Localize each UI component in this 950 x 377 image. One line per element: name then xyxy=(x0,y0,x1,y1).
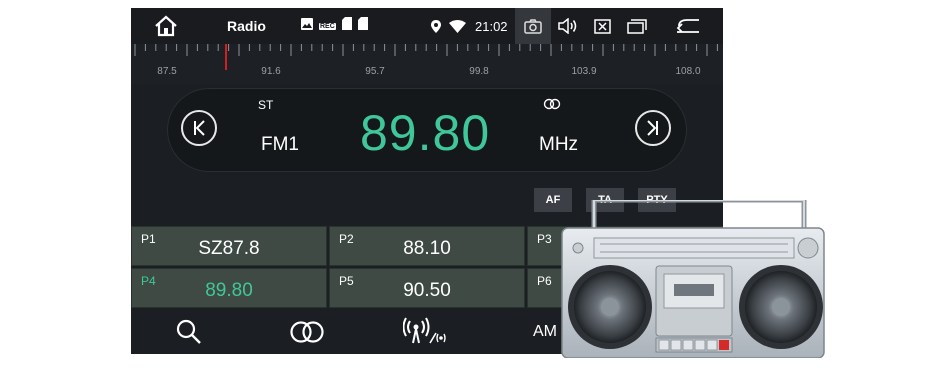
search-icon[interactable] xyxy=(175,310,203,354)
window-icon[interactable] xyxy=(627,8,647,44)
scale-label: 108.0 xyxy=(675,66,701,77)
seek-previous-icon xyxy=(194,120,205,136)
band-label: FM1 xyxy=(261,134,299,155)
preset-frequency: SZ87.8 xyxy=(198,238,260,259)
preset-p2[interactable]: P2 88.10 xyxy=(329,226,525,266)
status-bar: Radio REC 21:02 xyxy=(131,8,723,44)
image-icon xyxy=(301,17,313,35)
frequency-panel: ST FM1 89.80 MHz xyxy=(167,88,687,172)
seek-next-button[interactable] xyxy=(635,110,671,146)
volume-icon[interactable] xyxy=(558,8,578,44)
preset-number: P6 xyxy=(537,274,552,288)
frequency-unit: MHz xyxy=(539,134,579,155)
scale-label: 91.6 xyxy=(261,66,281,77)
preset-frequency: 90.50 xyxy=(403,280,451,301)
app-title: Radio xyxy=(227,18,266,34)
preset-p4[interactable]: P4 89.80 xyxy=(131,268,327,308)
preset-frequency: 89.80 xyxy=(205,280,253,301)
preset-p5[interactable]: P5 90.50 xyxy=(329,268,525,308)
tuner-scale[interactable]: 87.5 91.6 95.7 99.8 103.9 108.0 xyxy=(131,44,723,84)
close-box-icon[interactable] xyxy=(594,8,611,44)
scale-label: 87.5 xyxy=(157,66,177,77)
location-icon xyxy=(431,8,441,44)
notification-icons: REC xyxy=(301,8,368,44)
home-icon[interactable] xyxy=(151,8,181,44)
preset-p1[interactable]: P1 SZ87.8 xyxy=(131,226,327,266)
stereo-indicator: ST xyxy=(258,98,274,112)
scale-label: 95.7 xyxy=(365,66,385,77)
rec-icon: REC xyxy=(319,22,336,30)
current-frequency: 89.80 xyxy=(360,105,491,161)
sd-card-icon xyxy=(357,17,368,35)
stereo-icon xyxy=(543,97,561,115)
clock: 21:02 xyxy=(475,18,508,34)
boombox-illustration xyxy=(561,200,825,358)
seek-next-icon xyxy=(647,120,658,136)
back-icon[interactable] xyxy=(675,8,701,44)
camera-icon[interactable] xyxy=(515,8,551,44)
tuner-needle[interactable] xyxy=(225,44,227,70)
wifi-icon xyxy=(449,8,466,44)
scale-label: 103.9 xyxy=(571,66,597,77)
tuner-ruler xyxy=(134,44,718,56)
seek-previous-button[interactable] xyxy=(181,110,217,146)
sd-card-icon xyxy=(341,17,352,35)
preset-number: P3 xyxy=(537,232,552,246)
antenna-icon[interactable] xyxy=(403,310,449,354)
preset-frequency: 88.10 xyxy=(403,238,451,259)
am-band-button[interactable]: AM xyxy=(533,310,557,354)
stereo-icon[interactable] xyxy=(289,310,325,354)
scale-label: 99.8 xyxy=(469,66,489,77)
